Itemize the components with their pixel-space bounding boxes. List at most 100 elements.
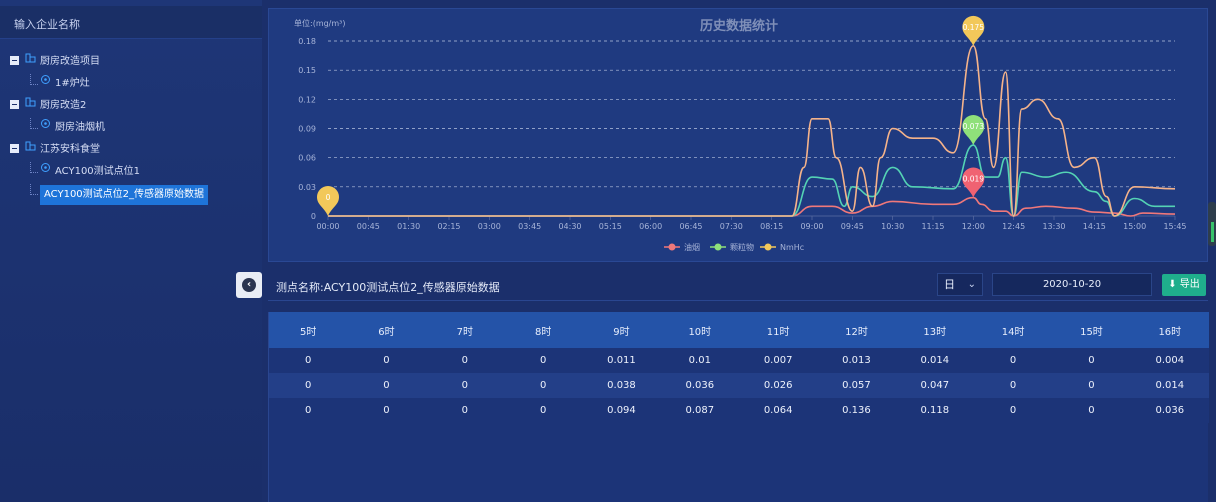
collapse-sidebar-button[interactable]: ‹ <box>236 272 262 298</box>
y-tick-label: 0.06 <box>298 154 316 163</box>
value-marker: 0.073 <box>962 115 985 146</box>
collapse-toggle-icon[interactable] <box>10 99 19 109</box>
tree-connector <box>30 184 38 195</box>
table-cell: 0.036 <box>685 380 715 391</box>
table-cell: 0 <box>461 405 468 416</box>
x-tick-label: 00:45 <box>357 222 380 231</box>
table-cell: 0.057 <box>842 380 871 391</box>
tree-point-item[interactable]: 厨房油烟机 <box>10 116 260 138</box>
legend-label: NmHc <box>780 243 804 252</box>
y-tick-label: 0.18 <box>298 37 316 46</box>
data-table-panel: 5时 6时 7时 8时 9时 10时 11时 12时 13时 14时 15时 16时 0 0 0 0 0.01… <box>268 312 1209 502</box>
collapse-toggle-icon[interactable] <box>10 55 19 65</box>
x-tick-label: 09:00 <box>800 222 823 231</box>
column-header: 8时 <box>534 326 552 338</box>
sensor-icon <box>40 72 51 94</box>
table-cell: 0.136 <box>842 405 871 416</box>
tree-item-label: ACY100测试点位2_传感器原始数据 <box>40 185 209 205</box>
column-header: 11时 <box>766 326 790 338</box>
tree-connector <box>30 162 38 173</box>
x-tick-label: 06:00 <box>639 222 662 231</box>
table-cell: 0 <box>1088 380 1095 391</box>
y-tick-label: 0.12 <box>298 95 316 104</box>
tree-item-label: ACY100测试点位1 <box>55 166 141 177</box>
x-tick-label: 12:00 <box>962 222 985 231</box>
tree-point-item[interactable]: ACY100测试点位2_传感器原始数据 <box>10 182 260 208</box>
x-tick-label: 04:30 <box>558 222 581 231</box>
x-tick-label: 06:45 <box>679 222 702 231</box>
legend-label: 颗粒物 <box>730 242 754 252</box>
table-cell: 0 <box>383 355 390 366</box>
scroll-handle[interactable] <box>1208 202 1216 246</box>
series-line-颗粒物 <box>327 144 1175 217</box>
legend-dot <box>764 243 772 251</box>
enterprise-search-input[interactable]: 输入企业名称 <box>0 6 262 39</box>
building-icon <box>25 138 36 160</box>
collapse-toggle-icon[interactable] <box>10 143 19 153</box>
hourly-data-table: 5时 6时 7时 8时 9时 10时 11时 12时 13时 14时 15时 16时 0 0 0 0 0.01… <box>269 312 1209 423</box>
tree-group-item[interactable]: 厨房改造2 <box>10 94 260 116</box>
column-header: 7时 <box>456 326 473 338</box>
table-cell: 0.036 <box>1155 405 1185 416</box>
table-cell: 0.004 <box>1155 355 1185 366</box>
tree-item-label: 1#炉灶 <box>55 78 90 89</box>
table-row: 0 0 0 0 0.038 0.036 0.026 0.057 0.047 0 0 0.014 <box>269 373 1209 398</box>
date-input[interactable]: 2020-10-20 <box>992 273 1152 296</box>
sidebar: 输入企业名称 厨房改造项目 1#炉灶厨房改造2 厨房油烟机江苏安科食堂 ACY100测… <box>0 0 262 502</box>
table-row: 0 0 0 0 0.011 0.01 0.007 0.013 0.014 0 0 0.004 <box>269 348 1209 373</box>
svg-text:0: 0 <box>326 193 331 202</box>
history-chart-panel: 历史数据统计 单位:(mg/m³) 0 0.03 0.06 0.09 0.12 0.15 0.1… <box>268 8 1208 262</box>
table-header-row: 5时 6时 7时 8时 9时 10时 11时 12时 13时 14时 15时 16时 <box>269 312 1209 348</box>
table-cell: 0 <box>539 380 547 391</box>
table-cell: 0.047 <box>920 380 950 391</box>
legend-dot <box>668 243 676 251</box>
table-cell: 0 <box>383 405 390 416</box>
svg-text:0.073: 0.073 <box>963 122 985 131</box>
tree-item-label: 厨房油烟机 <box>55 122 105 133</box>
table-cell: 0 <box>1009 355 1017 366</box>
tree-group-item[interactable]: 厨房改造项目 <box>10 50 260 72</box>
x-tick-label: 01:30 <box>397 222 420 231</box>
table-cell: 0 <box>539 355 547 366</box>
column-header: 6时 <box>378 326 395 338</box>
x-tick-label: 14:15 <box>1083 222 1106 231</box>
x-tick-label: 00:00 <box>316 222 339 231</box>
x-tick-label: 12:45 <box>1002 222 1025 231</box>
table-cell: 0.01 <box>688 355 711 366</box>
table-cell: 0 <box>1009 380 1017 391</box>
x-tick-label: 09:45 <box>841 222 864 231</box>
table-cell: 0.038 <box>607 380 636 391</box>
history-line-chart: 历史数据统计 单位:(mg/m³) 0 0.03 0.06 0.09 0.12 0.15 0.1… <box>294 15 1187 252</box>
column-header: 16时 <box>1158 326 1182 338</box>
search-placeholder: 输入企业名称 <box>14 18 80 31</box>
table-cell: 0 <box>304 405 312 416</box>
chevron-left-icon: ‹ <box>242 278 256 292</box>
tree-group-item[interactable]: 江苏安科食堂 <box>10 138 260 160</box>
point-name-label: 测点名称:ACY100测试点位2_传感器原始数据 <box>276 281 500 294</box>
tree-point-item[interactable]: 1#炉灶 <box>10 72 260 94</box>
table-cell: 0 <box>461 380 468 391</box>
x-tick-label: 07:30 <box>720 222 743 231</box>
download-icon: ⬇ <box>1168 279 1177 290</box>
sensor-icon <box>40 116 51 138</box>
export-button[interactable]: ⬇ 导出 <box>1162 274 1206 296</box>
y-tick-label: 0.03 <box>298 183 316 192</box>
x-tick-label: 15:45 <box>1163 222 1186 231</box>
y-tick-label: 0 <box>311 212 316 221</box>
x-tick-label: 15:00 <box>1123 222 1146 231</box>
tree-item-label: 厨房改造2 <box>40 100 87 111</box>
y-tick-label: 0.15 <box>298 66 316 75</box>
table-cell: 0.064 <box>763 405 793 416</box>
divider <box>268 300 1208 301</box>
period-value: 日 <box>944 278 955 291</box>
series-line-NmHc <box>327 45 1176 217</box>
series-line-油烟 <box>327 196 1176 217</box>
table-cell: 0 <box>304 380 312 391</box>
period-select[interactable]: 日 ⌄ <box>937 273 983 296</box>
column-header: 14时 <box>1001 326 1025 338</box>
tree-point-item[interactable]: ACY100测试点位1 <box>10 160 260 182</box>
value-marker: 0.019 <box>962 167 985 198</box>
table-cell: 0 <box>461 355 468 366</box>
column-header: 13时 <box>923 326 947 338</box>
table-cell: 0.087 <box>685 405 715 416</box>
